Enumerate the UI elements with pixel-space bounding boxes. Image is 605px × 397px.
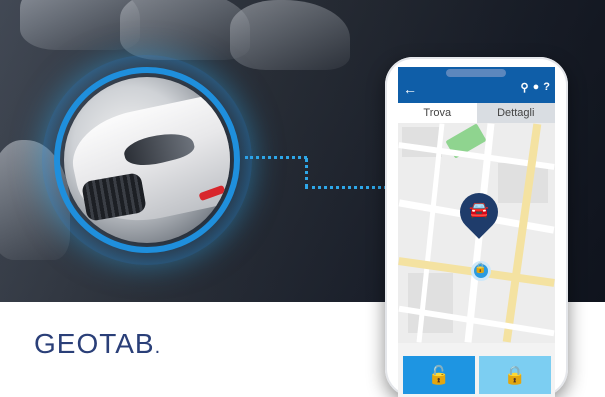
phone-screen: ← ⚲ ● ? Trova Dettagli 🚘 � [398,67,555,397]
car-closeup-photo [64,77,230,243]
help-icon[interactable]: ? [543,81,550,94]
lock-icon: 🔒 [474,263,487,274]
background-car [230,0,350,70]
tab-trova[interactable]: Trova [398,103,477,123]
logo-text: GEOTAB [34,328,155,359]
tab-dettagli[interactable]: Dettagli [476,103,555,123]
map-block [408,273,453,333]
logo-dot: . [154,336,162,358]
arrow-left-icon[interactable]: ← [403,81,417,97]
app-header: ← ⚲ ● ? [398,67,555,103]
user-icon[interactable]: ● [533,81,540,94]
tab-bar: Trova Dettagli [398,103,555,123]
background-car [20,0,140,50]
connector-line [305,186,387,189]
background-car [120,0,250,60]
padlock-open-icon: 🔓 [427,364,451,385]
phone-notch [446,69,506,77]
geotab-logo: GEOTAB. [34,328,161,360]
header-actions: ⚲ ● ? [521,81,550,94]
lock-button[interactable]: 🔒 [479,356,551,394]
connector-line [305,158,308,188]
smartphone: ← ⚲ ● ? Trova Dettagli 🚘 � [385,57,568,397]
padlock-closed-icon: 🔒 [503,364,527,385]
map-main-road [502,123,542,343]
connector-line [245,156,307,159]
car-icon: 🚘 [469,202,489,219]
location-pin-icon[interactable]: ⚲ [521,81,529,94]
unlock-button[interactable]: 🔓 [403,356,475,394]
